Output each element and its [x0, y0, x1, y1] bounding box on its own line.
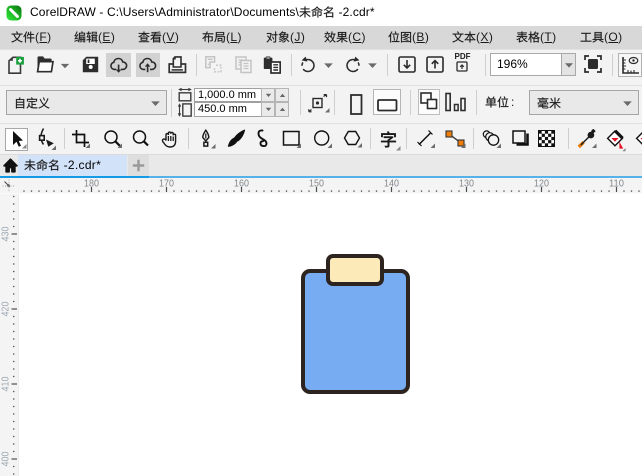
svg-text:430: 430 [0, 226, 11, 241]
svg-text:400: 400 [0, 451, 11, 466]
svg-text:410: 410 [0, 376, 11, 391]
svg-text:420: 420 [0, 301, 11, 316]
